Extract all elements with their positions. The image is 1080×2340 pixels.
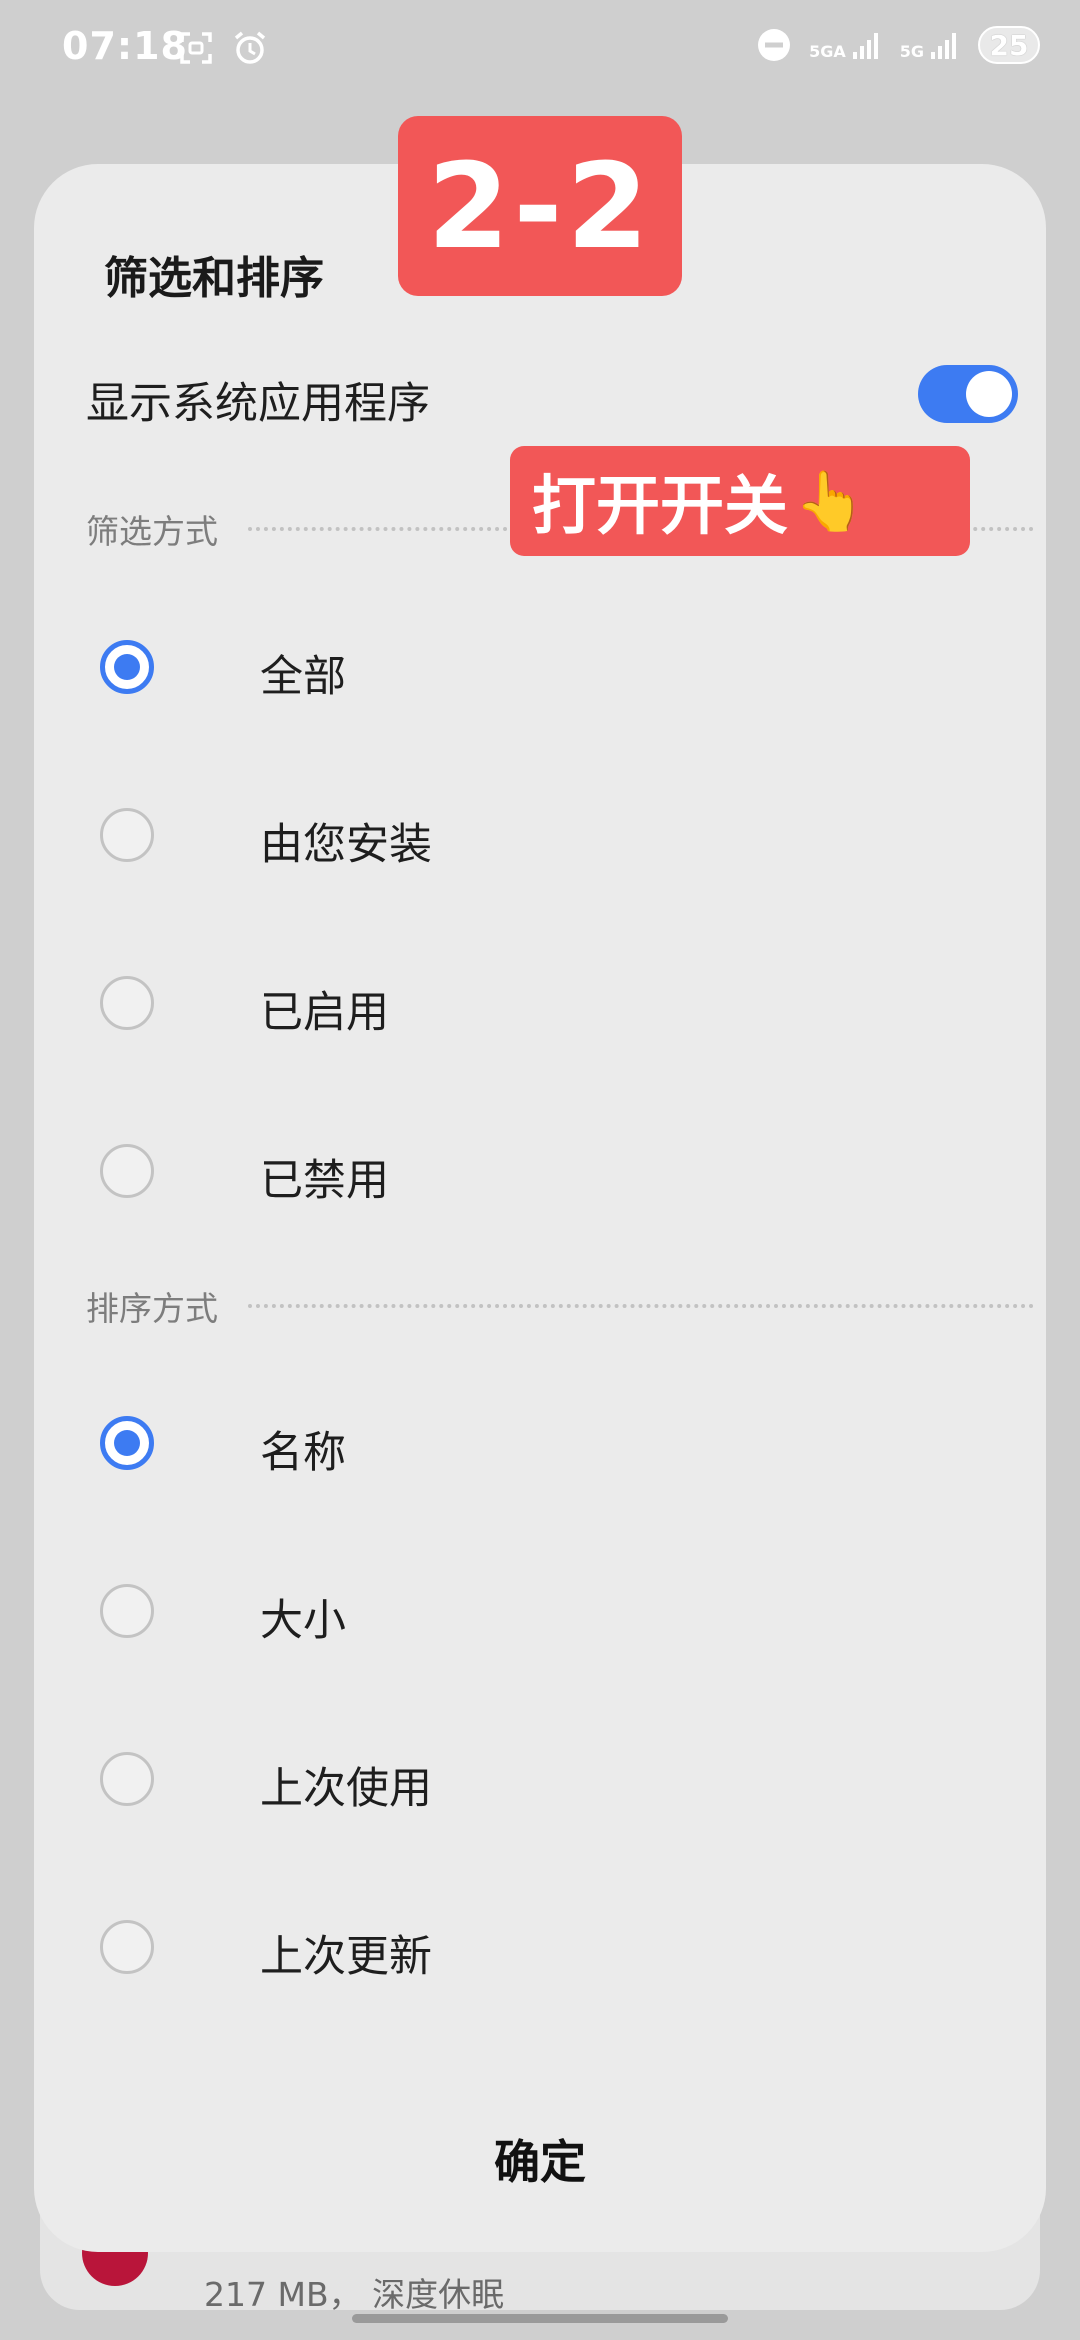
radio-button[interactable] xyxy=(100,1144,154,1198)
gesture-nav-handle[interactable] xyxy=(352,2314,728,2323)
dialog-title: 筛选和排序 xyxy=(104,253,324,304)
radio-label: 上次使用 xyxy=(260,1764,432,1814)
sort-option-last-used[interactable]: 上次使用 xyxy=(100,1740,1000,1820)
radio-label: 已禁用 xyxy=(260,1156,389,1206)
network-type-label: 5G xyxy=(899,42,924,61)
radio-button[interactable] xyxy=(100,640,154,694)
app-subtitle: 217 MB， 深度休眠 xyxy=(204,2275,505,2314)
alarm-icon xyxy=(234,31,266,64)
screenshot-icon xyxy=(180,32,212,64)
section-divider xyxy=(248,1304,1034,1308)
signal-icon xyxy=(852,33,878,59)
hint-text: 打开开关 xyxy=(532,470,788,544)
signal-group-2: 5G xyxy=(900,30,960,60)
sort-option-name[interactable]: 名称 xyxy=(100,1404,1000,1484)
signal-icon xyxy=(931,33,956,59)
filter-option-disabled[interactable]: 已禁用 xyxy=(100,1132,1000,1212)
toggle-knob xyxy=(966,371,1012,417)
radio-label: 已启用 xyxy=(260,988,389,1038)
network-type-label: 5GA xyxy=(809,42,846,61)
filter-option-enabled[interactable]: 已启用 xyxy=(100,964,1000,1044)
section-label: 排序方式 xyxy=(86,1289,218,1328)
filter-option-all[interactable]: 全部 xyxy=(100,628,1000,708)
section-label: 筛选方式 xyxy=(86,512,218,551)
sort-option-last-updated[interactable]: 上次更新 xyxy=(100,1908,1000,1988)
radio-button[interactable] xyxy=(100,976,154,1030)
status-right-icons: 5GA 5G 25 xyxy=(757,26,1040,64)
radio-button[interactable] xyxy=(100,1752,154,1806)
radio-label: 大小 xyxy=(260,1596,346,1646)
radio-button[interactable] xyxy=(100,808,154,862)
step-badge: 2-2 xyxy=(398,116,682,296)
sort-section-header: 排序方式 xyxy=(86,1281,1034,1331)
radio-label: 名称 xyxy=(260,1428,346,1478)
radio-button[interactable] xyxy=(100,1584,154,1638)
confirm-button[interactable]: 确定 xyxy=(340,2114,740,2204)
toggle-label: 显示系统应用程序 xyxy=(86,379,430,429)
status-bar: 07:18 5GA 5G 25 xyxy=(0,0,1080,100)
battery-indicator: 25 xyxy=(978,26,1040,64)
hint-badge: 打开开关 👆 xyxy=(510,446,970,556)
status-left-icons xyxy=(178,30,268,66)
radio-label: 全部 xyxy=(260,652,346,702)
radio-button[interactable] xyxy=(100,1920,154,1974)
radio-button[interactable] xyxy=(100,1416,154,1470)
status-time: 07:18 xyxy=(62,24,188,68)
sort-option-size[interactable]: 大小 xyxy=(100,1572,1000,1652)
show-system-apps-toggle[interactable] xyxy=(918,365,1018,423)
do-not-disturb-icon xyxy=(758,29,791,61)
radio-label: 上次更新 xyxy=(260,1932,432,1982)
pointing-hand-icon: 👆 xyxy=(794,466,867,535)
signal-group-1: 5GA xyxy=(809,30,882,60)
filter-option-installed[interactable]: 由您安装 xyxy=(100,796,1000,876)
show-system-apps-row[interactable]: 显示系统应用程序 xyxy=(86,359,1018,435)
radio-label: 由您安装 xyxy=(260,820,432,870)
